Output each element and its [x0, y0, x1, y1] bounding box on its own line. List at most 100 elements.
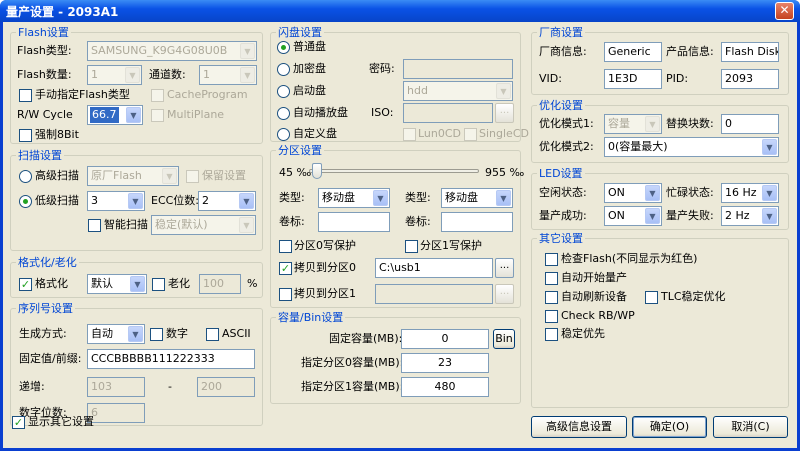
chevron-down-icon: ▼	[128, 193, 143, 209]
success-state-select[interactable]: ON ▼	[604, 206, 662, 226]
tlc-optimize-checkbox[interactable]	[645, 291, 658, 304]
fixed-capacity-input[interactable]: 0	[401, 329, 489, 349]
show-other-checkbox[interactable]: ✓	[12, 416, 25, 429]
vendor-info-input[interactable]: Generic	[604, 42, 662, 62]
aging-checkbox[interactable]	[152, 278, 165, 291]
copy-p0-browse-button[interactable]: ...	[495, 258, 514, 278]
p1-type-select[interactable]: 移动盘 ▼	[441, 188, 513, 208]
format-checkbox[interactable]: ✓	[19, 278, 32, 291]
channel-select[interactable]: 1 ▼	[199, 65, 257, 85]
cancel-button[interactable]: 取消(C)	[713, 416, 788, 438]
auto-refresh-label: 自动刷新设备	[561, 290, 627, 303]
check-flash-checkbox[interactable]	[545, 253, 558, 266]
busy-state-select[interactable]: 16 Hz ▼	[721, 183, 779, 203]
settings-window: 量产设置 - 2093A1 ✕ Flash设置 Flash类型: SAMSUNG…	[0, 0, 800, 451]
multiplane-checkbox[interactable]	[151, 109, 164, 122]
digit-count-input[interactable]: 6	[87, 403, 145, 423]
ascii-checkbox[interactable]	[206, 328, 219, 341]
manual-flash-checkbox[interactable]	[19, 89, 32, 102]
iso-input[interactable]	[403, 103, 493, 123]
ok-button[interactable]: 确定(O)	[632, 416, 707, 438]
password-label: 密码:	[369, 62, 395, 75]
p0-capacity-input[interactable]: 23	[401, 353, 489, 373]
auto-start-label: 自动开始量产	[561, 271, 627, 284]
encrypted-disk-radio[interactable]	[277, 63, 290, 76]
copy-p1-input[interactable]	[375, 284, 493, 304]
autoplay-disk-radio[interactable]	[277, 107, 290, 120]
replace-blocks-input[interactable]: 0	[721, 114, 779, 134]
fixed-prefix-input[interactable]: CCCBBBBB111222333	[87, 349, 255, 369]
pid-input[interactable]: 2093	[721, 69, 779, 89]
format-select[interactable]: 默认 ▼	[87, 274, 147, 294]
auto-start-checkbox[interactable]	[545, 272, 558, 285]
product-info-input[interactable]: Flash Disk	[721, 42, 779, 62]
opt-mode1-select[interactable]: 容量 ▼	[604, 114, 662, 134]
idle-state-select[interactable]: ON ▼	[604, 183, 662, 203]
smart-scan-checkbox[interactable]	[88, 219, 101, 232]
copy-p1-label: 拷贝到分区1	[294, 287, 356, 300]
bin-button[interactable]: Bin	[493, 329, 515, 349]
ecc-select[interactable]: 2 ▼	[198, 191, 256, 211]
low-scan-radio[interactable]	[19, 195, 32, 208]
cache-program-checkbox[interactable]	[151, 89, 164, 102]
normal-disk-radio[interactable]	[277, 41, 290, 54]
p1-volume-input[interactable]	[441, 212, 513, 232]
boot-disk-radio[interactable]	[277, 85, 290, 98]
advanced-scan-radio[interactable]	[19, 170, 32, 183]
copy-p0-input[interactable]: C:\usb1	[375, 258, 493, 278]
copy-p0-label: 拷贝到分区0	[294, 261, 356, 274]
p1-write-protect-checkbox[interactable]	[405, 240, 418, 253]
scan-settings-group: 扫描设置 高级扫描 原厂Flash ▼ 保留设置 低级扫描 3 ▼ ECC位数: 2…	[10, 149, 263, 251]
smart-scan-select[interactable]: 稳定(默认) ▼	[151, 215, 256, 235]
custom-disk-radio[interactable]	[277, 128, 290, 141]
flash-type-select[interactable]: SAMSUNG_K9G4G08U0B ▼	[87, 41, 257, 61]
show-other-label: 显示其它设置	[28, 415, 94, 428]
fail-state-select[interactable]: 2 Hz ▼	[721, 206, 779, 226]
copy-p1-checkbox[interactable]	[279, 288, 292, 301]
check-rbwp-checkbox[interactable]	[545, 310, 558, 323]
aging-input[interactable]: 100	[199, 274, 241, 294]
format-aging-group: 格式化/老化 ✓ 格式化 默认 ▼ 老化 100 %	[10, 256, 263, 298]
idle-state-label: 空闲状态:	[539, 186, 587, 199]
advanced-info-button[interactable]: 高级信息设置	[531, 416, 627, 438]
force-8bit-checkbox[interactable]	[19, 129, 32, 142]
boot-type-select[interactable]: hdd ▼	[403, 81, 513, 101]
flash-count-value: 1	[91, 68, 98, 81]
singlecd-checkbox[interactable]	[464, 128, 477, 141]
increment-from-input[interactable]: 103	[87, 377, 145, 397]
digit-checkbox[interactable]	[150, 328, 163, 341]
success-state-value: ON	[608, 209, 625, 222]
password-input[interactable]	[403, 59, 513, 79]
gen-mode-select[interactable]: 自动 ▼	[87, 324, 145, 344]
p0-type-value: 移动盘	[322, 191, 355, 204]
vid-input[interactable]: 1E3D	[604, 69, 662, 89]
iso-browse-button[interactable]: ...	[495, 103, 514, 123]
opt-mode2-select[interactable]: 0(容量最大) ▼	[604, 137, 779, 157]
lun0cd-checkbox[interactable]	[403, 128, 416, 141]
p0-type-select[interactable]: 移动盘 ▼	[318, 188, 390, 208]
auto-refresh-checkbox[interactable]	[545, 291, 558, 304]
rw-cycle-select[interactable]: 66.7 ▼	[87, 105, 143, 125]
partition-slider[interactable]	[279, 163, 514, 181]
copy-p1-browse-button[interactable]: ...	[495, 284, 514, 304]
multiplane-label: MultiPlane	[167, 108, 225, 121]
p0-volume-input[interactable]	[318, 212, 390, 232]
p1-capacity-input[interactable]: 480	[401, 377, 489, 397]
p0-write-protect-checkbox[interactable]	[279, 240, 292, 253]
close-button[interactable]: ✕	[775, 2, 794, 20]
copy-p0-checkbox[interactable]: ✓	[279, 262, 292, 275]
stability-first-label: 稳定优先	[561, 327, 605, 340]
format-value: 默认	[91, 277, 113, 290]
increment-to-input[interactable]: 200	[197, 377, 255, 397]
advanced-scan-select[interactable]: 原厂Flash ▼	[87, 166, 179, 186]
low-scan-select[interactable]: 3 ▼	[87, 191, 145, 211]
check-rbwp-label: Check RB/WP	[561, 309, 635, 322]
close-icon[interactable]: ✕	[779, 3, 789, 17]
flash-count-select[interactable]: 1 ▼	[87, 65, 142, 85]
force-8bit-label: 强制8Bit	[35, 128, 79, 141]
flash-settings-title: Flash设置	[16, 26, 71, 39]
keep-settings-checkbox[interactable]	[186, 170, 199, 183]
product-info-label: 产品信息:	[666, 45, 714, 58]
stability-first-checkbox[interactable]	[545, 328, 558, 341]
slider-thumb[interactable]	[311, 163, 322, 179]
